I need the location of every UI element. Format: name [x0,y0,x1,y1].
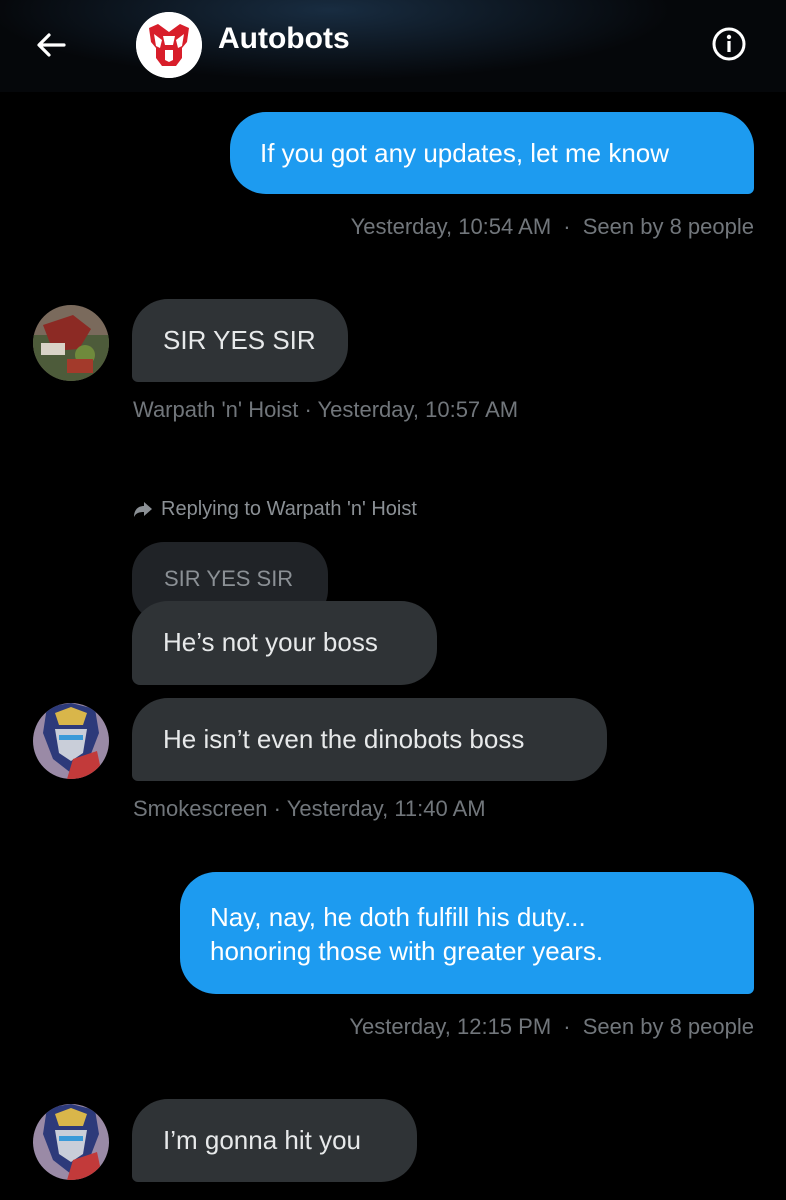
reply-arrow-icon [134,501,152,517]
smokescreen-avatar-image [33,703,109,779]
outgoing-message[interactable]: If you got any updates, let me know [230,112,754,194]
message-text: If you got any updates, let me know [260,138,670,168]
chat-title[interactable]: Autobots [218,22,350,56]
avatar-smokescreen[interactable] [33,703,109,779]
reply-indicator: Replying to Warpath 'n' Hoist [133,498,417,521]
back-button[interactable] [34,28,68,62]
message-meta: Yesterday, 12:15 PM · Seen by 8 people [349,1014,754,1040]
message-meta: Warpath 'n' Hoist · Yesterday, 10:57 AM [133,397,518,423]
timestamp: Yesterday, 10:54 AM [350,214,552,239]
message-text: He’s not your boss [163,627,378,657]
seen-status: Seen by 8 people [582,214,754,239]
timestamp: Yesterday, 12:15 PM [349,1014,552,1039]
separator: · [563,214,571,239]
incoming-message[interactable]: He isn’t even the dinobots boss [132,698,607,781]
message-meta: Yesterday, 10:54 AM · Seen by 8 people [351,214,754,240]
avatar-smokescreen[interactable] [33,1104,109,1180]
outgoing-message[interactable]: Nay, nay, he doth fulfill his duty... ho… [180,872,754,994]
info-icon [712,27,746,61]
info-button[interactable] [711,26,747,62]
timestamp: Yesterday, 11:40 AM [286,796,486,821]
separator: · [563,1014,571,1039]
incoming-message[interactable]: He’s not your boss [132,601,437,685]
separator: · [304,397,312,422]
warpath-avatar-image [33,305,109,381]
smokescreen-avatar-image [33,1104,109,1180]
message-text: SIR YES SIR [163,325,316,355]
reply-label: Replying to Warpath 'n' Hoist [161,498,417,520]
message-text: He isn’t even the dinobots boss [163,724,525,754]
separator: · [273,796,281,821]
chat-header: Autobots [0,0,786,92]
message-meta: Smokescreen · Yesterday, 11:40 AM [133,796,486,822]
seen-status: Seen by 8 people [582,1014,754,1039]
arrow-left-icon [37,33,66,57]
message-text-line-2: honoring those with greater years. [210,936,604,966]
sender-name: Warpath 'n' Hoist [133,397,299,422]
quoted-text: SIR YES SIR [164,566,294,591]
timestamp: Yesterday, 10:57 AM [317,397,519,422]
message-text-line-1: Nay, nay, he doth fulfill his duty... [210,902,586,932]
avatar-warpath[interactable] [33,305,109,381]
incoming-message[interactable]: I’m gonna hit you [132,1099,417,1182]
group-avatar[interactable] [136,12,202,78]
sender-name: Smokescreen [133,796,268,821]
message-text: I’m gonna hit you [163,1125,362,1155]
autobot-insignia-icon [136,12,202,78]
incoming-message[interactable]: SIR YES SIR [132,299,348,382]
